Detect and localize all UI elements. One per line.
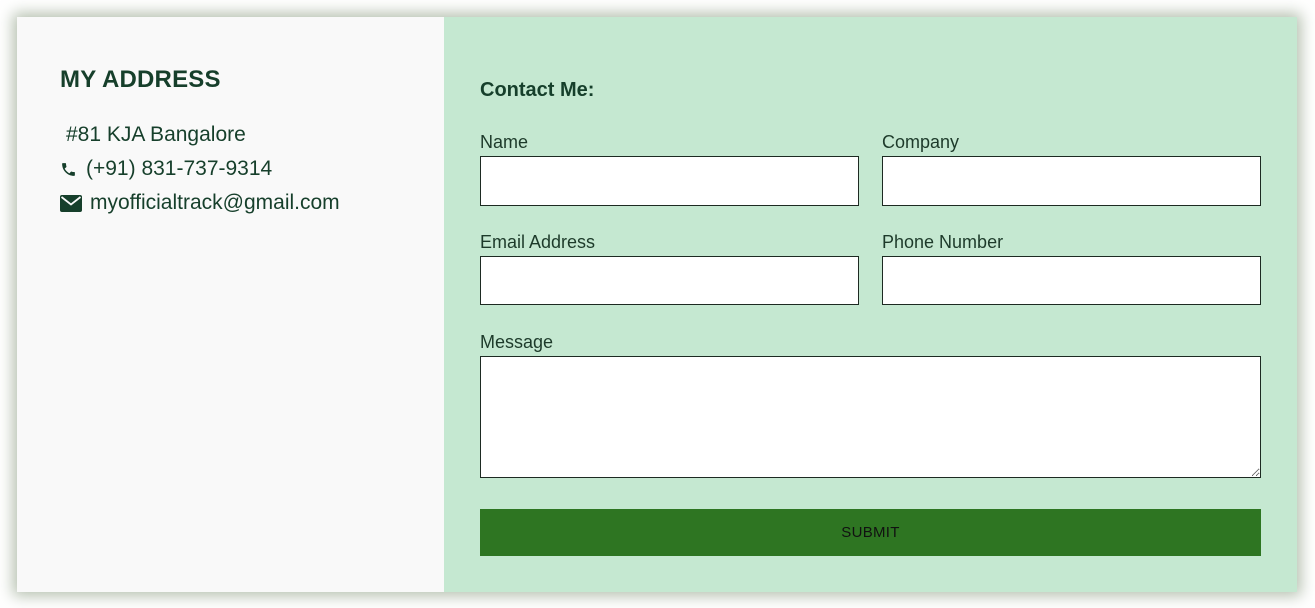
contact-card: MY ADDRESS #81 KJA Bangalore (+91) 831-7… (17, 17, 1297, 592)
phone-field[interactable] (882, 256, 1261, 305)
street-text: #81 KJA Bangalore (66, 123, 246, 146)
form-title: Contact Me: (480, 79, 595, 101)
email-field[interactable] (480, 256, 859, 305)
address-panel: MY ADDRESS #81 KJA Bangalore (+91) 831-7… (17, 17, 444, 592)
phone-line: (+91) 831-737-9314 (60, 157, 272, 181)
email-label: Email Address (480, 232, 596, 252)
envelope-icon (60, 194, 86, 212)
address-heading: MY ADDRESS (60, 66, 221, 93)
phone-text: (+91) 831-737-9314 (86, 157, 273, 180)
email-line: myofficialtrack@gmail.com (60, 191, 340, 215)
name-field[interactable] (480, 156, 859, 206)
phone-label: Phone Number (882, 232, 1004, 252)
street-line: #81 KJA Bangalore (60, 123, 246, 147)
message-label: Message (480, 332, 554, 352)
contact-form-panel: Contact Me: Name Company Email Address P… (444, 17, 1297, 592)
submit-button[interactable]: SUBMIT (480, 509, 1261, 556)
message-textarea[interactable] (480, 356, 1261, 478)
company-label: Company (882, 132, 960, 152)
phone-icon (60, 161, 82, 178)
company-field[interactable] (882, 156, 1261, 206)
email-text: myofficialtrack@gmail.com (90, 191, 340, 214)
name-label: Name (480, 132, 529, 152)
